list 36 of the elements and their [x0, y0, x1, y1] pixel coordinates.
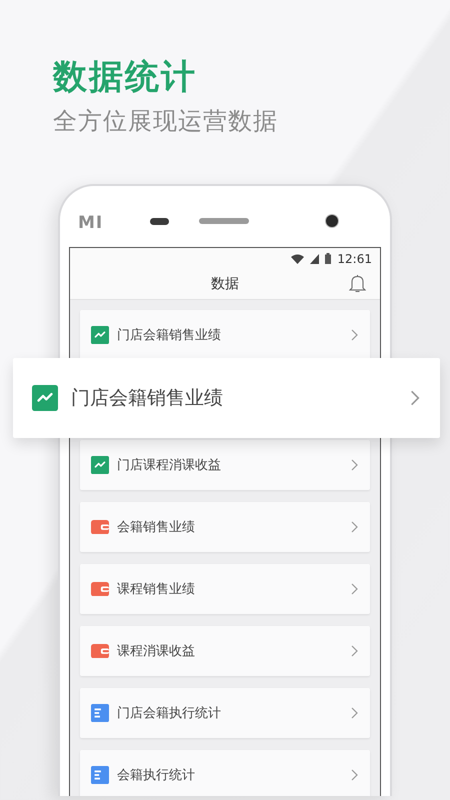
signal-icon [310, 254, 320, 264]
sensor-icon [150, 218, 169, 225]
list-item[interactable]: 会籍销售业绩 [80, 502, 370, 552]
chevron-icon [351, 645, 358, 657]
wallet-icon [91, 644, 109, 658]
list-item[interactable]: 门店会籍销售业绩 [13, 358, 440, 438]
bell-icon[interactable] [349, 274, 366, 293]
chevron-icon [351, 583, 358, 595]
trend-icon [91, 456, 109, 474]
list-item[interactable]: 课程销售业绩 [80, 564, 370, 614]
status-time: 12:61 [337, 252, 372, 266]
chevron-icon [351, 769, 358, 781]
screen-title: 数据 [211, 275, 239, 293]
trend-icon [91, 326, 109, 344]
chevron-icon [351, 329, 358, 341]
list-item[interactable]: 会籍执行统计 [80, 750, 370, 796]
camera-icon [326, 215, 338, 227]
list-item[interactable]: 课程消课收益 [80, 626, 370, 676]
wallet-icon [91, 582, 109, 596]
brand-logo: MI [78, 213, 104, 233]
chevron-icon [351, 707, 358, 719]
battery-icon [325, 253, 332, 264]
chevron-icon [351, 521, 358, 533]
subtitle: 全方位展现运营数据 [53, 106, 279, 136]
trend-icon [32, 385, 58, 411]
headline: 数据统计 [53, 56, 198, 98]
wifi-icon [291, 254, 304, 264]
earpiece-icon [199, 218, 249, 224]
chevron-icon [351, 459, 358, 471]
list-item[interactable]: 门店会籍执行统计 [80, 688, 370, 738]
list-item[interactable]: 门店课程消课收益 [80, 440, 370, 490]
wallet-icon [91, 520, 109, 534]
list-item[interactable]: 门店会籍销售业绩 [80, 310, 370, 360]
chevron-icon [410, 390, 420, 406]
list-icon [91, 704, 109, 722]
list-icon [91, 766, 109, 784]
